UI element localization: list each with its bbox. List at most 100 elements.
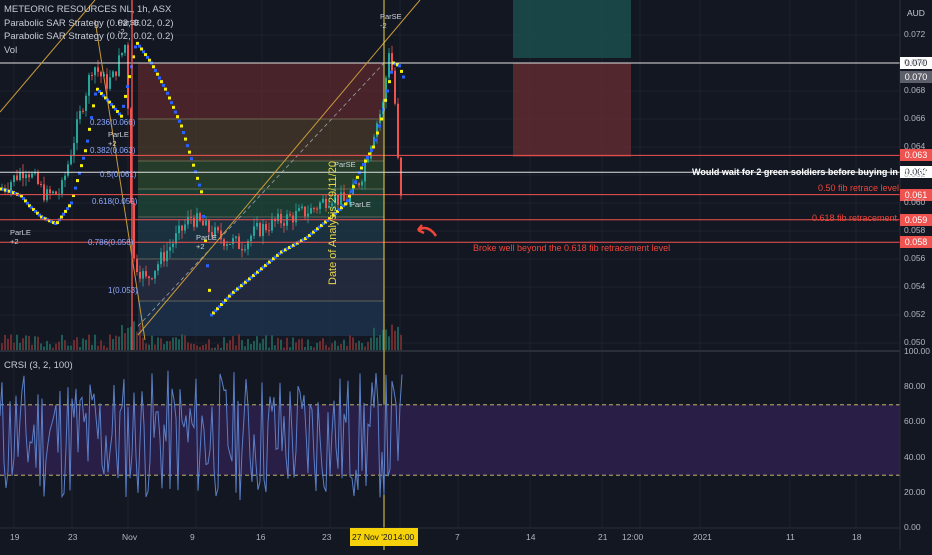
- candle-body: [163, 252, 165, 262]
- sar-dot: [356, 175, 359, 179]
- volume-bar: [370, 337, 372, 350]
- sar-dot: [362, 163, 365, 166]
- crsi-tick: 80.00: [904, 381, 926, 392]
- volume-bar: [397, 326, 399, 350]
- sar-dot: [56, 221, 59, 225]
- sar-dot: [160, 80, 163, 84]
- volume-bar: [217, 344, 219, 350]
- sar-dot: [142, 50, 145, 54]
- candle-body: [226, 244, 228, 247]
- price-tick: 0.052: [904, 309, 926, 319]
- volume-bar: [85, 339, 87, 350]
- candle-body: [169, 247, 171, 251]
- candle-body: [193, 217, 195, 227]
- sar-dot: [146, 55, 149, 59]
- volume-bar: [118, 336, 120, 350]
- volume-bar: [109, 334, 111, 350]
- candle-body: [154, 270, 156, 279]
- volume-bar: [265, 335, 267, 350]
- legend-vol[interactable]: Vol: [4, 45, 17, 56]
- volume-bar: [43, 346, 45, 350]
- time-tick: 7: [455, 532, 460, 542]
- chart-canvas: [0, 0, 932, 550]
- wait-note[interactable]: Would wait for 2 green soldiers before b…: [692, 167, 932, 177]
- fib618-note[interactable]: 0.618 fib retracement: [812, 213, 897, 223]
- candle-body: [253, 226, 255, 236]
- sar-dot: [364, 159, 367, 163]
- fib50-note[interactable]: 0.50 fib retrace level: [818, 183, 899, 193]
- time-tick: 18: [852, 532, 862, 542]
- broke-note[interactable]: Broke well beyond the 0.618 fib retracem…: [473, 243, 670, 253]
- volume-bar: [379, 335, 381, 350]
- volume-bar: [211, 347, 213, 350]
- date-of-analysis-note[interactable]: Date of Analysis 29/11/20: [327, 85, 339, 285]
- sar-dot: [198, 183, 201, 187]
- volume-bar: [196, 345, 198, 350]
- sar-dot: [88, 127, 91, 131]
- price-label: 0.063: [900, 149, 932, 162]
- candle-body: [241, 248, 243, 251]
- sar-label: ParSE -2: [118, 18, 140, 36]
- candle-body: [157, 264, 159, 271]
- volume-bar: [136, 331, 138, 350]
- volume-bar: [238, 334, 240, 350]
- candle-body: [205, 220, 207, 226]
- volume-bar: [247, 338, 249, 350]
- sar-dot: [170, 101, 173, 105]
- sar-dot: [354, 180, 357, 184]
- candle-body: [13, 175, 15, 183]
- volume-bar: [88, 334, 90, 350]
- volume-bar: [169, 341, 171, 350]
- price-tick: 0.070: [904, 57, 926, 67]
- sar-dot: [188, 150, 191, 154]
- legend-study1[interactable]: Parabolic SAR Strategy (0.02, 0.02, 0.2): [4, 18, 174, 29]
- volume-bar: [352, 337, 354, 350]
- volume-bar: [31, 344, 33, 350]
- volume-bar: [289, 347, 291, 350]
- candle-body: [16, 175, 18, 181]
- candle-body: [283, 223, 285, 226]
- sar-label: ParLE +2: [108, 130, 129, 148]
- volume-bar: [67, 345, 69, 350]
- volume-bar: [157, 337, 159, 350]
- sar-dot: [92, 104, 95, 108]
- candle-body: [229, 243, 231, 245]
- sar-dot: [94, 92, 97, 96]
- sar-dot: [388, 80, 391, 84]
- legend-crsi[interactable]: CRSI (3, 2, 100): [4, 360, 73, 371]
- time-tick: 27 Nov '20: [352, 532, 393, 542]
- sar-dot: [166, 91, 169, 95]
- volume-bar: [184, 335, 186, 350]
- volume-bar: [163, 344, 165, 350]
- volume-bar: [256, 336, 258, 350]
- sar-dot: [178, 119, 181, 123]
- volume-bar: [328, 347, 330, 350]
- legend-study2[interactable]: Parabolic SAR Strategy (0.02, 0.02, 0.2): [4, 31, 174, 42]
- candle-body: [310, 208, 312, 214]
- volume-bar: [250, 343, 252, 350]
- volume-bar: [277, 337, 279, 350]
- candle-body: [217, 227, 219, 231]
- sar-dot: [374, 138, 377, 142]
- sar-dot: [176, 115, 179, 119]
- sar-dot: [156, 72, 159, 76]
- price-tick: 0.054: [904, 281, 926, 291]
- sar-dot: [182, 131, 185, 135]
- sar-dot: [82, 156, 85, 160]
- sar-dot: [202, 214, 205, 218]
- currency-label: AUD: [907, 8, 925, 18]
- fib-label: 0.5(0.061): [100, 170, 137, 179]
- volume-bar: [283, 347, 285, 350]
- price-label: 0.058: [900, 236, 932, 249]
- sar-dot: [136, 41, 139, 45]
- candle-body: [256, 223, 258, 227]
- legend-symbol[interactable]: METEORIC RESOURCES NL, 1h, ASX: [4, 4, 171, 15]
- candle-body: [361, 181, 363, 186]
- sar-dot: [370, 149, 373, 152]
- candle-body: [322, 198, 324, 203]
- sar-dot: [64, 209, 67, 213]
- long-position-box[interactable]: [513, 0, 631, 157]
- price-chart[interactable]: METEORIC RESOURCES NL, 1h, ASX Parabolic…: [0, 0, 932, 550]
- volume-bar: [307, 339, 309, 350]
- price-tick: 0.072: [904, 29, 926, 39]
